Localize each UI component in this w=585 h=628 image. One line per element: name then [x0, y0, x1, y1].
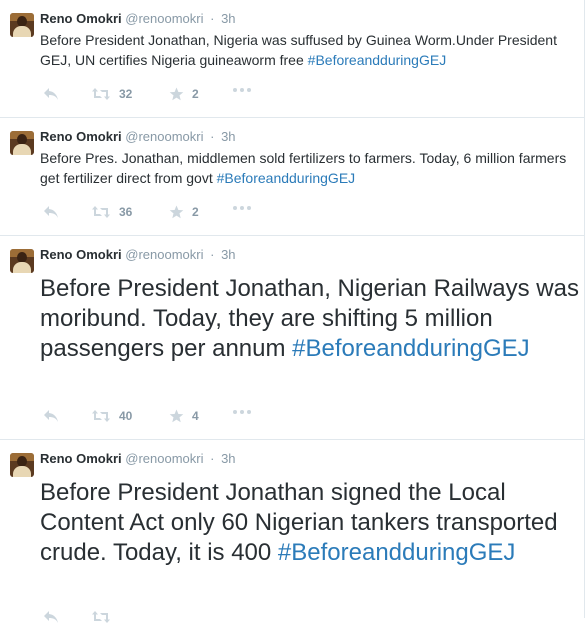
avatar[interactable]	[10, 453, 34, 477]
user-handle[interactable]: @renoomokri	[125, 247, 203, 262]
tweet-timeline: Reno Omokri @renoomokri · 3h Before Pres…	[0, 0, 585, 623]
retweet-button[interactable]: 32	[91, 87, 132, 101]
tweet-header: Reno Omokri @renoomokri · 3h	[40, 451, 236, 466]
favorite-button[interactable]: 4	[169, 409, 199, 423]
reply-button[interactable]	[43, 610, 59, 624]
retweet-icon	[91, 610, 111, 624]
timestamp[interactable]: 3h	[221, 11, 235, 26]
hashtag-link[interactable]: #BeforeandduringGEJ	[308, 52, 447, 68]
more-icon	[232, 87, 252, 93]
retweet-icon	[91, 409, 111, 423]
user-name[interactable]: Reno Omokri	[40, 11, 122, 26]
reply-icon	[43, 87, 59, 101]
timestamp[interactable]: 3h	[221, 247, 235, 262]
more-button[interactable]	[232, 205, 252, 211]
star-icon	[169, 205, 184, 219]
retweet-count: 40	[119, 409, 133, 423]
tweet-text: Before President Jonathan signed the Loc…	[40, 478, 580, 568]
retweet-button[interactable]: 36	[91, 205, 132, 219]
hashtag-link[interactable]: #BeforeandduringGEJ	[278, 539, 516, 566]
tweet-header: Reno Omokri @renoomokri · 3h	[40, 129, 236, 144]
more-button[interactable]	[232, 87, 252, 93]
tweet[interactable]: Reno Omokri @renoomokri · 3h Before Pres…	[0, 440, 584, 623]
retweet-count: 36	[119, 205, 133, 219]
tweet-body: Before President Jonathan, Nigeria was s…	[40, 32, 557, 68]
star-icon	[169, 409, 184, 423]
hashtag-link[interactable]: #BeforeandduringGEJ	[292, 335, 530, 362]
avatar[interactable]	[10, 13, 34, 37]
retweet-button[interactable]	[91, 610, 119, 624]
timestamp[interactable]: 3h	[221, 451, 235, 466]
reply-button[interactable]	[43, 87, 59, 101]
timestamp[interactable]: 3h	[221, 129, 235, 144]
reply-button[interactable]	[43, 409, 59, 423]
user-handle[interactable]: @renoomokri	[125, 11, 203, 26]
tweet-text: Before Pres. Jonathan, middlemen sold fe…	[40, 148, 580, 188]
favorite-count: 4	[192, 409, 199, 423]
favorite-button[interactable]: 2	[169, 205, 199, 219]
user-handle[interactable]: @renoomokri	[125, 129, 203, 144]
avatar[interactable]	[10, 249, 34, 273]
star-icon	[169, 87, 184, 101]
user-name[interactable]: Reno Omokri	[40, 247, 122, 262]
more-icon	[232, 205, 252, 211]
reply-icon	[43, 409, 59, 423]
hashtag-link[interactable]: #BeforeandduringGEJ	[217, 170, 356, 186]
tweet-text: Before President Jonathan, Nigeria was s…	[40, 30, 580, 70]
tweet[interactable]: Reno Omokri @renoomokri · 3h Before Pres…	[0, 236, 584, 440]
reply-icon	[43, 205, 59, 219]
tweet[interactable]: Reno Omokri @renoomokri · 3h Before Pres…	[0, 0, 584, 118]
retweet-button[interactable]: 40	[91, 409, 132, 423]
retweet-icon	[91, 205, 111, 219]
user-name[interactable]: Reno Omokri	[40, 129, 122, 144]
tweet-text: Before President Jonathan, Nigerian Rail…	[40, 274, 580, 364]
separator-dot: ·	[210, 11, 215, 26]
user-name[interactable]: Reno Omokri	[40, 451, 122, 466]
tweet-header: Reno Omokri @renoomokri · 3h	[40, 11, 236, 26]
favorite-button[interactable]: 2	[169, 87, 199, 101]
separator-dot: ·	[210, 451, 215, 466]
retweet-icon	[91, 87, 111, 101]
more-button[interactable]	[232, 409, 252, 415]
tweet-header: Reno Omokri @renoomokri · 3h	[40, 247, 236, 262]
retweet-count: 32	[119, 87, 133, 101]
favorite-count: 2	[192, 87, 199, 101]
favorite-count: 2	[192, 205, 199, 219]
separator-dot: ·	[210, 247, 215, 262]
tweet[interactable]: Reno Omokri @renoomokri · 3h Before Pres…	[0, 118, 584, 236]
avatar[interactable]	[10, 131, 34, 155]
reply-icon	[43, 610, 59, 624]
reply-button[interactable]	[43, 205, 59, 219]
more-icon	[232, 409, 252, 415]
user-handle[interactable]: @renoomokri	[125, 451, 203, 466]
separator-dot: ·	[210, 129, 215, 144]
